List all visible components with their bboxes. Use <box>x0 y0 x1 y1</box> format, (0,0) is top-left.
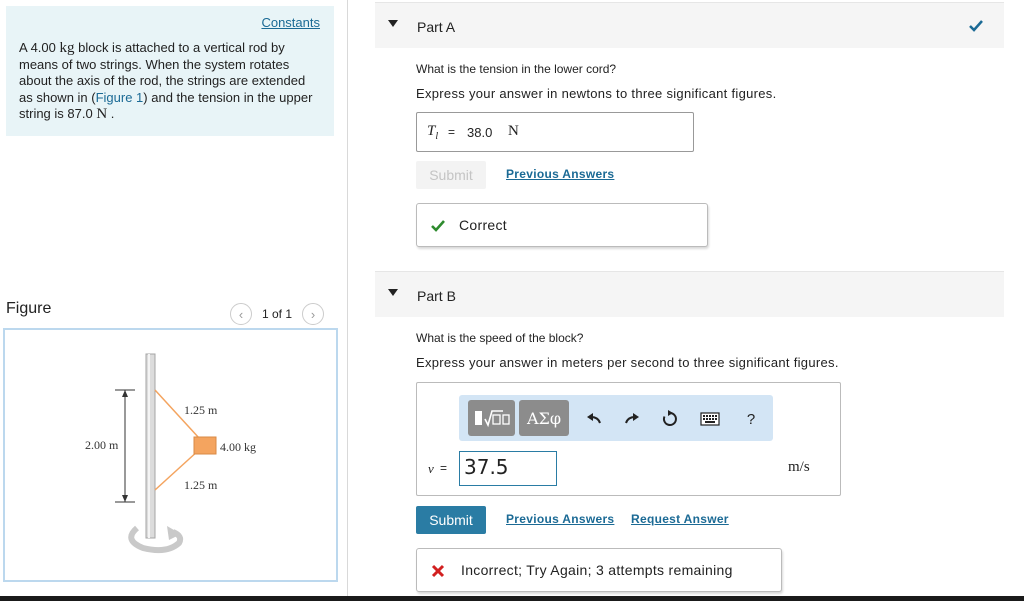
part-a-submit-button[interactable]: Submit <box>416 161 486 189</box>
tension-unit: N <box>96 106 108 122</box>
collapse-arrow-icon[interactable] <box>388 289 398 296</box>
answer-equals: = <box>448 125 456 139</box>
dimension-arrow-down-icon <box>122 495 128 502</box>
part-b-instruction: Express your answer in meters per second… <box>416 355 839 370</box>
problem-panel: Constants A 4.00 kg block is attached to… <box>0 0 348 601</box>
constants-link[interactable]: Constants <box>261 15 320 30</box>
mass-unit: kg <box>59 40 75 56</box>
part-b-request-answer-link[interactable]: Request Answer <box>631 512 729 526</box>
problem-text-part-1: A 4.00 <box>19 40 60 55</box>
templates-glyph <box>474 410 510 428</box>
block-mass <box>193 436 217 455</box>
rod-highlight <box>148 354 150 538</box>
keyboard-icon[interactable] <box>700 409 720 429</box>
part-b-submit-button[interactable]: Submit <box>416 506 486 534</box>
help-button[interactable]: ? <box>741 409 761 429</box>
reset-icon[interactable] <box>660 409 680 429</box>
part-a-title: Part A <box>417 19 456 35</box>
problem-text: A 4.00 kg block is attached to a vertica… <box>19 40 319 123</box>
rotating-rod-diagram: 2.00 m 1.25 m 1.25 m 4.00 kg <box>85 353 256 554</box>
upper-string-label: 1.25 m <box>184 403 218 417</box>
parts-panel: Part A What is the tension in the lower … <box>375 0 1004 601</box>
templates-sqrt-icon[interactable] <box>468 400 515 436</box>
speed-variable: v <box>428 461 434 476</box>
part-a-question: What is the tension in the lower cord? <box>416 62 617 76</box>
part-a-header[interactable]: Part A <box>375 2 1004 48</box>
math-toolbar: ΑΣφ ? <box>459 395 773 441</box>
checkmark-icon <box>969 20 983 32</box>
part-a-feedback: Correct <box>416 203 708 247</box>
undo-icon[interactable] <box>584 409 604 429</box>
answer-unit: N <box>508 123 519 139</box>
part-b-feedback: Incorrect; Try Again; 3 attempts remaini… <box>416 548 782 592</box>
problem-statement-box: Constants A 4.00 kg block is attached to… <box>6 6 334 136</box>
figure-count: 1 of 1 <box>262 307 293 321</box>
chevron-left-icon[interactable]: ‹ <box>230 303 252 325</box>
problem-text-part-4: . <box>107 106 115 121</box>
part-b-header[interactable]: Part B <box>375 271 1004 317</box>
incorrect-x-icon <box>431 564 445 578</box>
symbols-button[interactable]: ΑΣφ <box>519 400 569 436</box>
part-b-title: Part B <box>417 288 456 304</box>
collapse-arrow-icon[interactable] <box>388 20 398 27</box>
figure-viewer[interactable]: 2.00 m 1.25 m 1.25 m 4.00 kg <box>3 328 338 582</box>
correct-check-icon <box>431 220 445 232</box>
speed-equals: = <box>440 461 448 475</box>
tension-subscript: l <box>435 131 439 142</box>
figure-link[interactable]: Figure 1 <box>96 90 144 105</box>
lower-string-label: 1.25 m <box>184 478 218 492</box>
part-b-answer-editor: ΑΣφ ? v = 37.5 m/s <box>416 382 841 496</box>
mass-label: 4.00 kg <box>220 440 256 454</box>
figure-pager: ‹ 1 of 1 › <box>230 302 325 326</box>
redo-icon[interactable] <box>622 409 642 429</box>
height-label: 2.00 m <box>85 438 119 452</box>
figure-label: Figure <box>6 300 52 317</box>
part-a-previous-answers-link[interactable]: Previous Answers <box>506 167 614 181</box>
part-a-instruction: Express your answer in newtons to three … <box>416 86 777 101</box>
vertical-rod <box>145 353 156 539</box>
part-a-feedback-text: Correct <box>459 217 507 233</box>
answer-variable: Tl <box>427 123 438 142</box>
part-b-previous-answers-link[interactable]: Previous Answers <box>506 512 614 526</box>
answer-value: 38.0 <box>467 125 493 140</box>
part-b-question: What is the speed of the block? <box>416 331 584 345</box>
speed-unit: m/s <box>788 459 810 475</box>
chevron-right-icon[interactable]: › <box>302 303 325 325</box>
dimension-arrow-up-icon <box>122 390 128 397</box>
speed-input[interactable]: 37.5 <box>459 451 557 486</box>
bottom-edge-bar <box>0 596 1024 601</box>
part-b-feedback-text: Incorrect; Try Again; 3 attempts remaini… <box>461 562 733 578</box>
part-a-answer-field: Tl = 38.0 N <box>416 112 694 152</box>
